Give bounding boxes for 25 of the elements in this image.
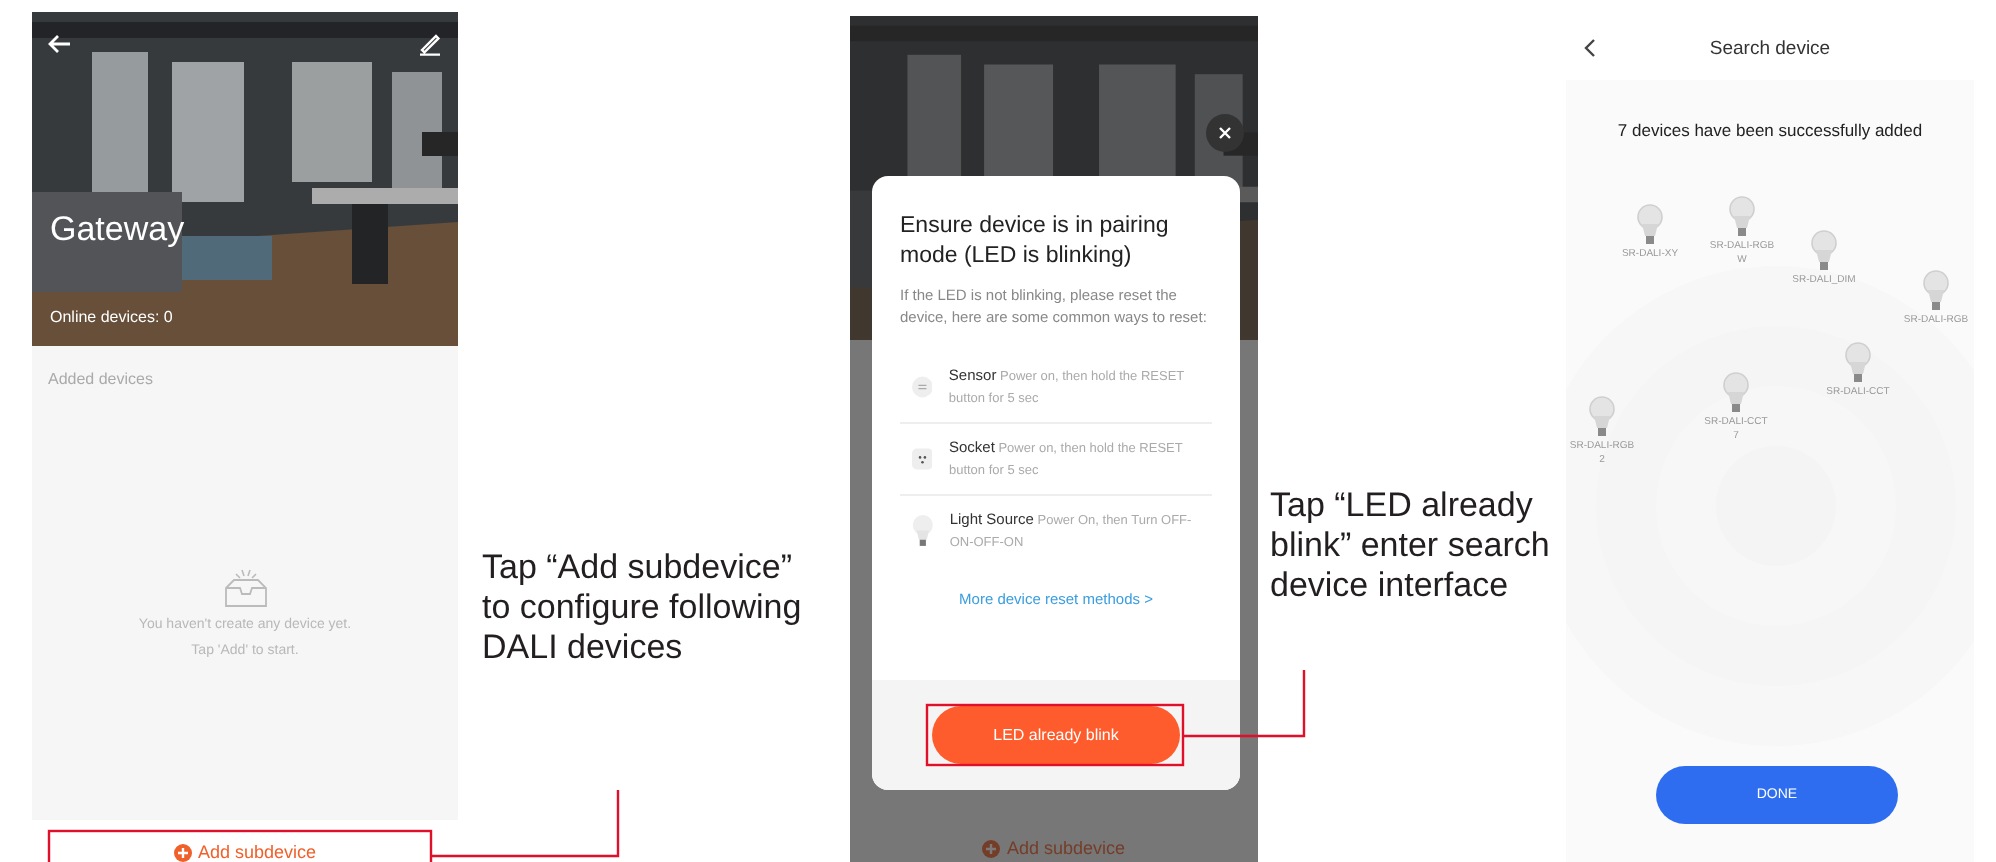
light-bulb-icon	[1722, 372, 1750, 416]
light-bulb-icon	[1728, 196, 1756, 240]
close-icon	[1218, 126, 1232, 140]
section-heading: Added devices	[48, 370, 153, 388]
light-bulb-icon	[1922, 270, 1950, 314]
light-bulb-icon	[1844, 342, 1872, 386]
light-bulb-icon	[1588, 396, 1616, 440]
edit-icon[interactable]	[418, 32, 442, 56]
light-bulb-icon	[1810, 230, 1838, 274]
screen-title: Search device	[1709, 37, 1831, 59]
plus-icon	[982, 839, 1001, 857]
back-arrow-icon[interactable]	[48, 32, 72, 56]
sensor-icon	[912, 374, 933, 400]
gateway-title: Gateway	[50, 210, 185, 250]
online-devices-count: Online devices: 0	[50, 308, 173, 326]
dialog-title: Ensure device is in pairing mode (LED is blinking)	[900, 212, 1171, 272]
back-chevron-icon[interactable]	[1582, 38, 1598, 58]
light-bulb-icon	[912, 513, 934, 549]
instruction-text: Tap “LED already blink” enter search device interface	[1270, 486, 1552, 606]
success-message: 7 devices have been successfully added	[1615, 120, 1925, 140]
instruction-text: Tap “Add subdevice” to configure following DALI devices	[482, 548, 804, 668]
add-subdevice-button[interactable]: Add subdevice	[982, 838, 1126, 858]
socket-icon	[912, 446, 933, 472]
led-already-blink-button[interactable]: LED already blink	[932, 706, 1180, 764]
light-bulb-icon	[1636, 204, 1664, 248]
